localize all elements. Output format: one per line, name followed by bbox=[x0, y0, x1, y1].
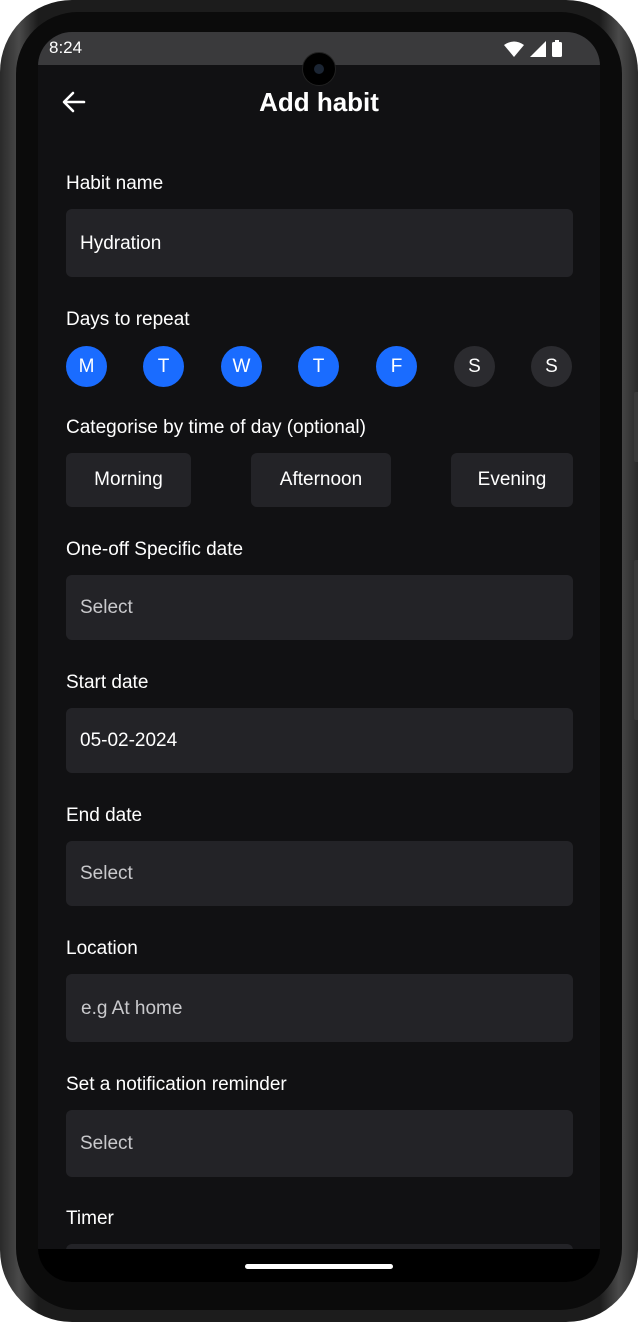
page-title: Add habit bbox=[259, 87, 379, 117]
day-sunday[interactable]: S bbox=[531, 346, 572, 387]
location-placeholder: e.g At home bbox=[81, 998, 183, 1019]
one-off-date-label: One-off Specific date bbox=[66, 539, 244, 560]
day-thursday[interactable]: T bbox=[298, 346, 339, 387]
days-label: Days to repeat bbox=[66, 309, 190, 330]
status-time: 8:24 bbox=[49, 38, 83, 57]
start-date-value: 05-02-2024 bbox=[80, 730, 178, 751]
day-wednesday[interactable]: W bbox=[221, 346, 262, 387]
chip-evening[interactable]: Evening bbox=[451, 453, 573, 507]
location-label: Location bbox=[66, 938, 138, 959]
day-saturday[interactable]: S bbox=[454, 346, 495, 387]
one-off-date-placeholder: Select bbox=[80, 597, 133, 618]
navigation-bar bbox=[38, 1249, 600, 1282]
habit-name-label: Habit name bbox=[66, 173, 164, 194]
location-input[interactable]: e.g At home bbox=[66, 974, 573, 1042]
end-date-label: End date bbox=[66, 805, 143, 826]
day-tuesday[interactable]: T bbox=[143, 346, 184, 387]
power-button bbox=[634, 560, 638, 720]
chip-afternoon[interactable]: Afternoon bbox=[251, 453, 391, 507]
front-camera bbox=[302, 52, 336, 86]
habit-name-value: Hydration bbox=[80, 233, 162, 254]
start-date-field[interactable]: 05-02-2024 bbox=[66, 708, 573, 773]
battery-icon bbox=[552, 40, 562, 57]
screen: 8:24 Add habit Habit name Hydration Days… bbox=[38, 32, 600, 1282]
habit-name-field[interactable]: Hydration bbox=[66, 209, 573, 277]
reminder-placeholder: Select bbox=[80, 1133, 133, 1154]
home-indicator[interactable] bbox=[245, 1264, 393, 1269]
timer-label: Timer bbox=[66, 1208, 114, 1229]
reminder-select[interactable]: Select bbox=[66, 1110, 573, 1177]
day-monday[interactable]: M bbox=[66, 346, 107, 387]
chip-morning[interactable]: Morning bbox=[66, 453, 191, 507]
end-date-select[interactable]: Select bbox=[66, 841, 573, 906]
start-date-label: Start date bbox=[66, 672, 149, 693]
phone-frame: 8:24 Add habit Habit name Hydration Days… bbox=[0, 0, 638, 1322]
end-date-placeholder: Select bbox=[80, 863, 133, 884]
signal-icon bbox=[530, 40, 546, 57]
volume-button bbox=[634, 392, 638, 462]
wifi-icon bbox=[504, 41, 524, 57]
one-off-date-select[interactable]: Select bbox=[66, 575, 573, 640]
day-friday[interactable]: F bbox=[376, 346, 417, 387]
time-of-day-label: Categorise by time of day (optional) bbox=[66, 417, 366, 438]
reminder-label: Set a notification reminder bbox=[66, 1074, 287, 1095]
